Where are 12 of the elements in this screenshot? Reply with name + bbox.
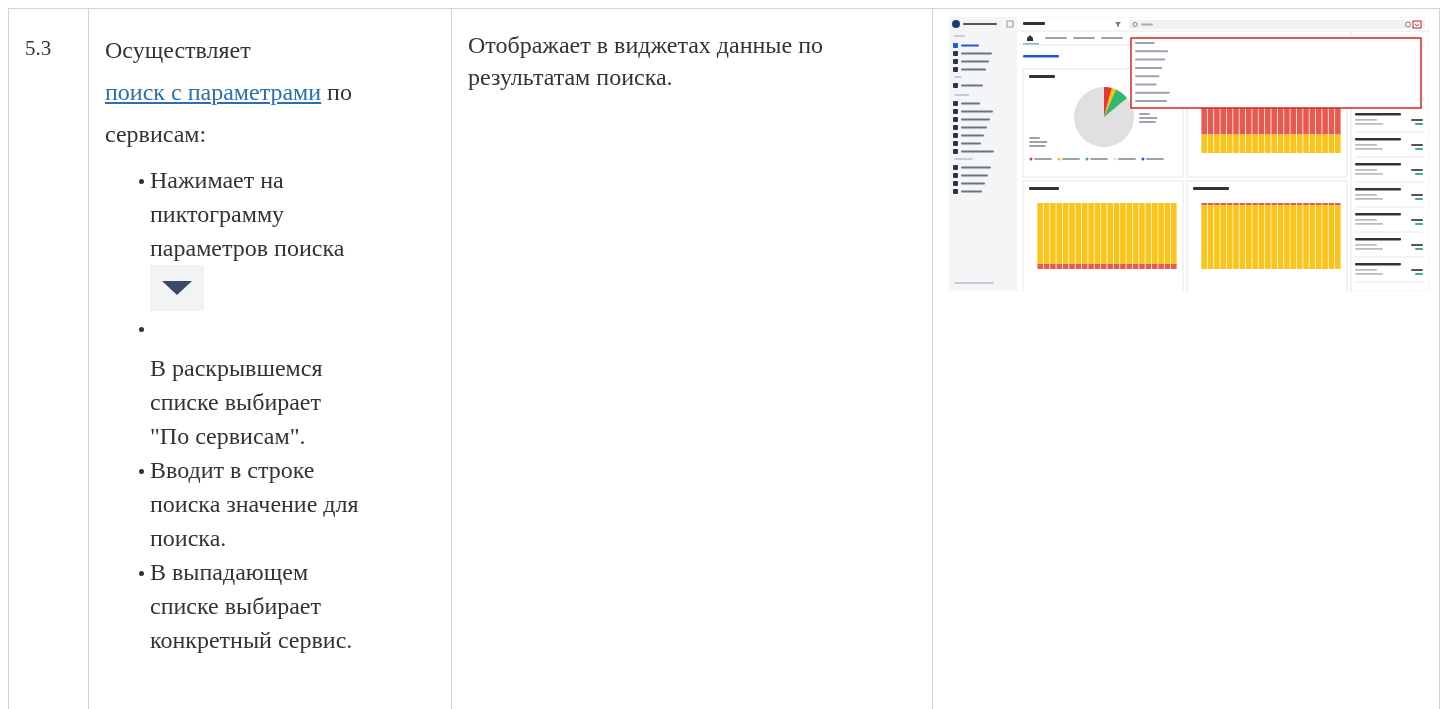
bullet-icon (139, 179, 144, 184)
step-intro: Осуществляет поиск с параметрами по сервисам: (105, 36, 353, 149)
step-text: В раскрывшемся списке выбирает "По сервисам". (150, 355, 323, 449)
row-number: 5.3 (25, 36, 52, 60)
step-text: Вводит в строке поиска значение для поиска. (150, 457, 359, 551)
search-parameters-link[interactable]: поиск с параметрами (105, 79, 322, 105)
bullet-icon (139, 571, 144, 576)
bullet-icon (139, 469, 144, 474)
result-text: Отображает в виджетах данные по результатам поиска. (468, 31, 824, 92)
step-text: В выпадающем списке выбирает конкретный сервис. (150, 559, 353, 653)
step-text: Нажимает на пиктограмму параметров поиска (150, 167, 345, 261)
bullet-icon (139, 327, 144, 332)
